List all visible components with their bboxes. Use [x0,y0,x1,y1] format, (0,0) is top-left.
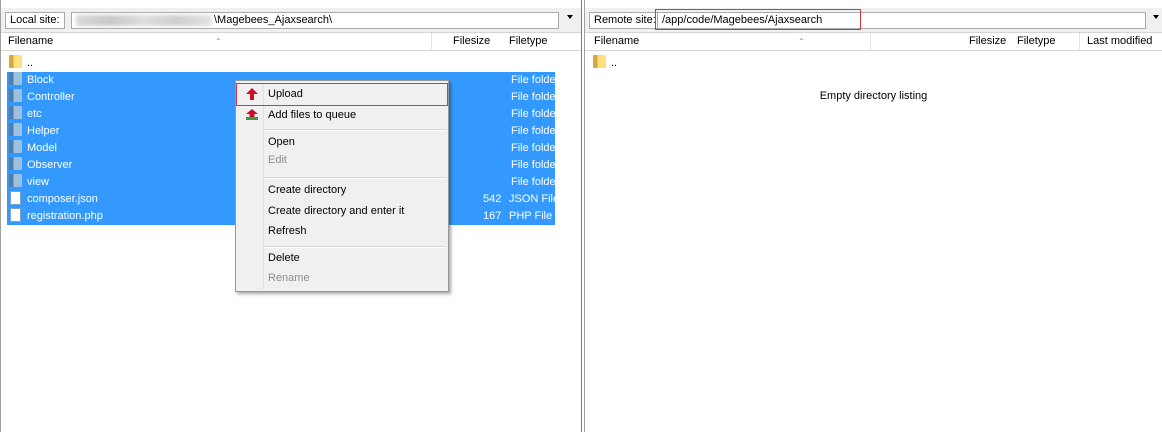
menu-label: Add files to queue [268,109,357,121]
remote-site-pane: Remote site: /app/code/Magebees/Ajaxsear… [584,0,1162,432]
file-size: 167 [483,210,502,222]
chevron-down-icon[interactable] [1153,15,1159,19]
column-last-modified[interactable]: Last modified [1087,33,1152,50]
file-name: .. [27,57,34,69]
file-name: composer.json [27,193,98,205]
menu-label: Edit [268,154,287,166]
file-type: File folder [511,125,560,137]
context-menu: Upload Add files to queue Open Edit Crea… [235,80,449,292]
file-name: etc [27,108,42,120]
menu-label: Open [268,136,295,148]
menu-separator [264,129,446,131]
menu-label: Rename [268,272,310,284]
column-filename[interactable]: Filename [8,33,53,50]
remote-site-label: Remote site: [589,12,661,29]
parent-folder-icon [9,55,22,68]
folder-icon [9,106,22,119]
local-site-label: Local site: [5,12,65,29]
file-icon [10,208,21,222]
remote-site-bar: Remote site: /app/code/Magebees/Ajaxsear… [585,8,1162,33]
file-type: File folder [511,74,560,86]
column-filetype[interactable]: Filetype [509,33,548,50]
menu-label: Refresh [268,225,307,237]
blurred-path-segment [76,14,212,26]
folder-icon [9,140,22,153]
menu-separator [264,177,446,179]
remote-path-highlight [655,9,861,30]
file-type: File folder [511,91,560,103]
file-name: Helper [27,125,60,137]
remote-column-header: Filename ⌃ Filesize Filetype Last modifi… [585,33,1162,51]
folder-icon [9,72,22,85]
column-filesize[interactable]: Filesize [453,33,490,50]
menu-item-delete[interactable]: Delete [238,248,446,269]
menu-item-edit: Edit [238,150,446,171]
list-item-parent[interactable]: .. [591,55,1136,72]
file-name: Controller [27,91,75,103]
folder-icon [9,123,22,136]
list-item-parent[interactable]: .. [7,55,555,72]
file-name: .. [611,57,618,69]
local-site-bar: Local site: \Magebees_Ajaxsearch\ [1,8,581,33]
folder-icon [9,157,22,170]
column-filetype[interactable]: Filetype [1017,33,1056,50]
menu-item-create-directory[interactable]: Create directory [238,180,446,201]
column-filesize[interactable]: Filesize [969,33,1006,50]
menu-label: Create directory [268,184,347,196]
sort-caret-icon: ⌃ [215,37,222,46]
remote-file-list: .. [591,55,1136,72]
file-type: File folder [511,142,560,154]
local-column-header: Filename ⌃ Filesize Filetype [1,33,581,51]
file-size: 542 [483,193,502,205]
column-separator[interactable] [431,33,432,50]
chevron-down-icon[interactable] [567,15,573,19]
menu-label: Create directory and enter it [268,205,405,217]
queue-arrow-icon [246,109,258,120]
menu-label: Delete [268,252,300,264]
local-path-input[interactable]: \Magebees_Ajaxsearch\ [71,12,559,29]
column-separator[interactable] [1079,33,1080,50]
file-name: view [27,176,50,188]
menu-item-add-files-to-queue[interactable]: Add files to queue [238,105,446,126]
menu-item-create-directory-enter[interactable]: Create directory and enter it [238,201,446,222]
sort-caret-icon: ⌃ [798,37,805,46]
file-name: Observer [27,159,73,171]
upload-highlight [236,83,448,106]
file-name: Block [27,74,54,86]
file-name: Model [27,142,57,154]
file-icon [10,191,21,205]
menu-item-refresh[interactable]: Refresh [238,221,446,242]
folder-icon [9,174,22,187]
file-type: PHP File [509,210,553,222]
folder-icon [9,89,22,102]
file-name: registration.php [27,210,103,222]
file-type: JSON File [509,193,560,205]
file-type: File folder [511,176,560,188]
column-separator[interactable] [870,33,871,50]
menu-item-rename: Rename [238,268,446,289]
empty-directory-message: Empty directory listing [819,90,928,102]
parent-folder-icon [593,55,606,68]
column-filename[interactable]: Filename [594,33,639,50]
file-type: File folder [511,108,560,120]
local-path-text: \Magebees_Ajaxsearch\ [214,14,333,26]
file-type: File folder [511,159,560,171]
